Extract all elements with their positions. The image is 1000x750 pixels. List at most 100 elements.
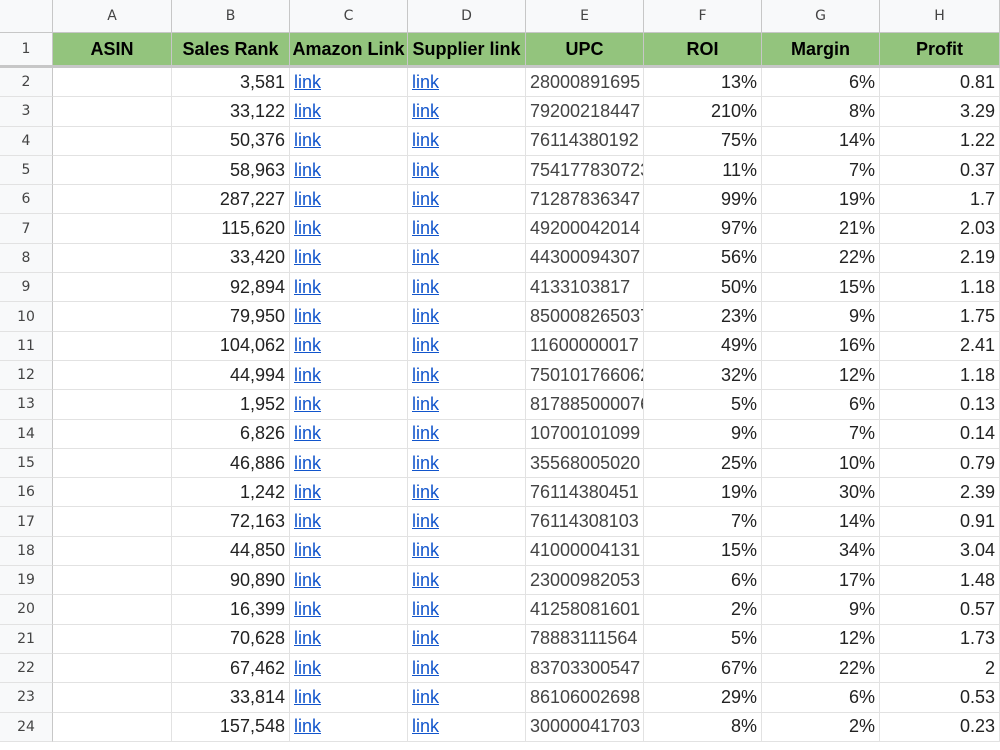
supplier-link[interactable]: link [412, 130, 439, 151]
cell-profit[interactable]: 0.37 [880, 155, 1000, 186]
row-header[interactable]: 20 [0, 595, 53, 625]
row-header[interactable]: 4 [0, 126, 53, 156]
cell-margin[interactable]: 14% [762, 507, 880, 537]
cell-margin[interactable]: 6% [762, 390, 880, 420]
cell-roi[interactable]: 50% [644, 273, 762, 303]
header-cell-amazon-link[interactable]: Amazon Link [290, 33, 408, 65]
cell-amazon-link[interactable]: link [290, 97, 408, 127]
cell-amazon-link[interactable]: link [290, 126, 408, 156]
cell-sales-rank[interactable]: 90,890 [172, 566, 290, 596]
cell-asin[interactable] [53, 214, 172, 244]
supplier-link[interactable]: link [412, 277, 439, 298]
cell-roi[interactable]: 6% [644, 566, 762, 596]
cell-supplier-link[interactable]: link [408, 595, 526, 625]
header-cell-profit[interactable]: Profit [880, 33, 1000, 65]
cell-amazon-link[interactable]: link [290, 360, 408, 391]
cell-amazon-link[interactable]: link [290, 331, 408, 361]
amazon-link[interactable]: link [294, 394, 321, 415]
column-header-e[interactable]: E [526, 0, 644, 33]
supplier-link[interactable]: link [412, 247, 439, 268]
cell-roi[interactable]: 210% [644, 97, 762, 127]
cell-profit[interactable]: 0.23 [880, 712, 1000, 742]
cell-profit[interactable]: 1.48 [880, 566, 1000, 596]
cell-amazon-link[interactable]: link [290, 507, 408, 537]
amazon-link[interactable]: link [294, 540, 321, 561]
cell-margin[interactable]: 15% [762, 273, 880, 303]
supplier-link[interactable]: link [412, 306, 439, 327]
supplier-link[interactable]: link [412, 570, 439, 591]
supplier-link[interactable]: link [412, 482, 439, 503]
cell-amazon-link[interactable]: link [290, 185, 408, 215]
row-header[interactable]: 15 [0, 448, 53, 479]
header-cell-roi[interactable]: ROI [644, 33, 762, 65]
cell-roi[interactable]: 97% [644, 214, 762, 244]
cell-sales-rank[interactable]: 44,850 [172, 536, 290, 567]
cell-asin[interactable] [53, 478, 172, 508]
cell-roi[interactable]: 11% [644, 155, 762, 186]
row-header[interactable]: 2 [0, 68, 53, 98]
cell-sales-rank[interactable]: 287,227 [172, 185, 290, 215]
cell-profit[interactable]: 0.57 [880, 595, 1000, 625]
cell-supplier-link[interactable]: link [408, 302, 526, 332]
column-header-h[interactable]: H [880, 0, 1000, 33]
cell-asin[interactable] [53, 653, 172, 684]
cell-profit[interactable]: 0.79 [880, 448, 1000, 479]
cell-margin[interactable]: 14% [762, 126, 880, 156]
cell-amazon-link[interactable]: link [290, 536, 408, 567]
cell-profit[interactable]: 3.29 [880, 97, 1000, 127]
cell-asin[interactable] [53, 712, 172, 742]
header-cell-supplier-link[interactable]: Supplier link [408, 33, 526, 65]
row-header[interactable]: 7 [0, 214, 53, 244]
cell-margin[interactable]: 17% [762, 566, 880, 596]
cell-upc[interactable]: 817885000076 [526, 390, 644, 420]
cell-asin[interactable] [53, 683, 172, 713]
cell-roi[interactable]: 32% [644, 360, 762, 391]
cell-margin[interactable]: 8% [762, 97, 880, 127]
cell-profit[interactable]: 0.81 [880, 68, 1000, 98]
cell-roi[interactable]: 2% [644, 595, 762, 625]
cell-margin[interactable]: 6% [762, 683, 880, 713]
cell-upc[interactable]: 41258081601 [526, 595, 644, 625]
cell-asin[interactable] [53, 566, 172, 596]
cell-asin[interactable] [53, 68, 172, 98]
row-header[interactable]: 24 [0, 712, 53, 742]
cell-asin[interactable] [53, 97, 172, 127]
cell-asin[interactable] [53, 126, 172, 156]
supplier-link[interactable]: link [412, 453, 439, 474]
cell-roi[interactable]: 67% [644, 653, 762, 684]
cell-amazon-link[interactable]: link [290, 419, 408, 449]
cell-amazon-link[interactable]: link [290, 214, 408, 244]
cell-supplier-link[interactable]: link [408, 214, 526, 244]
cell-margin[interactable]: 12% [762, 624, 880, 654]
cell-supplier-link[interactable]: link [408, 712, 526, 742]
row-header[interactable]: 12 [0, 360, 53, 391]
cell-upc[interactable]: 44300094307 [526, 243, 644, 274]
cell-sales-rank[interactable]: 1,242 [172, 478, 290, 508]
cell-amazon-link[interactable]: link [290, 68, 408, 98]
amazon-link[interactable]: link [294, 218, 321, 239]
cell-profit[interactable]: 0.53 [880, 683, 1000, 713]
cell-margin[interactable]: 2% [762, 712, 880, 742]
cell-amazon-link[interactable]: link [290, 155, 408, 186]
cell-amazon-link[interactable]: link [290, 624, 408, 654]
cell-upc[interactable]: 7501017660629 [526, 360, 644, 391]
cell-asin[interactable] [53, 273, 172, 303]
row-header[interactable]: 18 [0, 536, 53, 567]
cell-sales-rank[interactable]: 16,399 [172, 595, 290, 625]
cell-sales-rank[interactable]: 104,062 [172, 331, 290, 361]
column-header-c[interactable]: C [290, 0, 408, 33]
amazon-link[interactable]: link [294, 687, 321, 708]
cell-margin[interactable]: 21% [762, 214, 880, 244]
cell-supplier-link[interactable]: link [408, 360, 526, 391]
supplier-link[interactable]: link [412, 335, 439, 356]
supplier-link[interactable]: link [412, 365, 439, 386]
cell-asin[interactable] [53, 595, 172, 625]
cell-sales-rank[interactable]: 58,963 [172, 155, 290, 186]
cell-profit[interactable]: 1.73 [880, 624, 1000, 654]
amazon-link[interactable]: link [294, 628, 321, 649]
cell-sales-rank[interactable]: 44,994 [172, 360, 290, 391]
cell-sales-rank[interactable]: 157,548 [172, 712, 290, 742]
amazon-link[interactable]: link [294, 189, 321, 210]
cell-amazon-link[interactable]: link [290, 683, 408, 713]
cell-upc[interactable]: 71287836347 [526, 185, 644, 215]
